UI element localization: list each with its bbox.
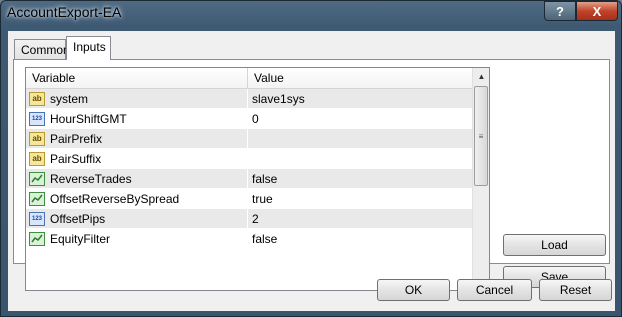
table-row[interactable]: ab PairSuffix bbox=[26, 149, 473, 169]
table-row[interactable]: ab system slave1sys bbox=[26, 89, 473, 109]
string-type-icon: ab bbox=[29, 151, 45, 166]
grid-content: Variable Value ab system slave1sys 123 H… bbox=[26, 68, 473, 290]
value-cell[interactable]: slave1sys bbox=[248, 92, 305, 106]
dialog-client-area: Common Inputs Variable Value ab system s… bbox=[8, 31, 615, 311]
variable-name: HourShiftGMT bbox=[50, 111, 127, 126]
variable-name: PairPrefix bbox=[50, 131, 103, 146]
close-icon: X bbox=[592, 3, 602, 19]
help-icon: ? bbox=[556, 3, 564, 19]
variable-name: ReverseTrades bbox=[50, 171, 132, 186]
variable-name: OffsetReverseBySpread bbox=[50, 191, 180, 206]
value-cell[interactable]: false bbox=[248, 232, 277, 246]
boolean-type-icon bbox=[29, 231, 45, 246]
table-row[interactable]: EquityFilter false bbox=[26, 229, 473, 249]
variable-cell: ab PairPrefix bbox=[26, 129, 248, 148]
dialog-window: AccountExport-EA ? X Common Inputs Varia… bbox=[0, 0, 622, 317]
ok-button[interactable]: OK bbox=[377, 279, 450, 301]
close-button[interactable]: X bbox=[576, 1, 618, 21]
load-button[interactable]: Load bbox=[503, 234, 606, 256]
window-title: AccountExport-EA bbox=[7, 4, 122, 20]
scrollbar-thumb[interactable]: ≡ bbox=[474, 86, 488, 186]
variable-name: system bbox=[50, 91, 89, 106]
variable-cell: ab system bbox=[26, 89, 248, 108]
value-cell[interactable]: 2 bbox=[248, 212, 259, 226]
boolean-type-icon bbox=[29, 171, 45, 186]
help-button[interactable]: ? bbox=[544, 1, 576, 21]
inputs-grid: Variable Value ab system slave1sys 123 H… bbox=[25, 67, 490, 291]
inputs-panel: Variable Value ab system slave1sys 123 H… bbox=[13, 59, 610, 291]
boolean-type-icon bbox=[29, 191, 45, 206]
tab-common[interactable]: Common bbox=[14, 39, 70, 59]
variable-cell: OffsetReverseBySpread bbox=[26, 189, 248, 208]
variable-cell: 123 HourShiftGMT bbox=[26, 109, 248, 128]
integer-type-icon: 123 bbox=[29, 111, 45, 126]
grid-vertical-scrollbar[interactable]: ▲ ≡ ▼ bbox=[472, 68, 489, 290]
variable-cell: 123 OffsetPips bbox=[26, 209, 248, 228]
table-row[interactable]: 123 HourShiftGMT 0 bbox=[26, 109, 473, 129]
table-row[interactable]: 123 OffsetPips 2 bbox=[26, 209, 473, 229]
reset-button[interactable]: Reset bbox=[539, 279, 612, 301]
variable-name: PairSuffix bbox=[50, 151, 102, 166]
scroll-up-arrow-icon[interactable]: ▲ bbox=[473, 68, 489, 85]
table-row[interactable]: ReverseTrades false bbox=[26, 169, 473, 189]
variable-name: EquityFilter bbox=[50, 231, 111, 246]
integer-type-icon: 123 bbox=[29, 211, 45, 226]
value-cell[interactable]: false bbox=[248, 172, 277, 186]
value-cell[interactable]: true bbox=[248, 192, 273, 206]
string-type-icon: ab bbox=[29, 131, 45, 146]
table-row[interactable]: OffsetReverseBySpread true bbox=[26, 189, 473, 209]
variable-cell: ReverseTrades bbox=[26, 169, 248, 188]
column-header-variable[interactable]: Variable bbox=[26, 68, 248, 88]
string-type-icon: ab bbox=[29, 91, 45, 106]
variable-cell: EquityFilter bbox=[26, 229, 248, 248]
grid-header: Variable Value bbox=[26, 68, 473, 89]
column-header-value[interactable]: Value bbox=[248, 68, 290, 88]
grip-icon: ≡ bbox=[478, 131, 484, 141]
value-cell[interactable]: 0 bbox=[248, 112, 259, 126]
tab-inputs[interactable]: Inputs bbox=[66, 36, 111, 60]
table-row[interactable]: ab PairPrefix bbox=[26, 129, 473, 149]
variable-name: OffsetPips bbox=[50, 211, 106, 226]
variable-cell: ab PairSuffix bbox=[26, 149, 248, 168]
cancel-button[interactable]: Cancel bbox=[457, 279, 532, 301]
